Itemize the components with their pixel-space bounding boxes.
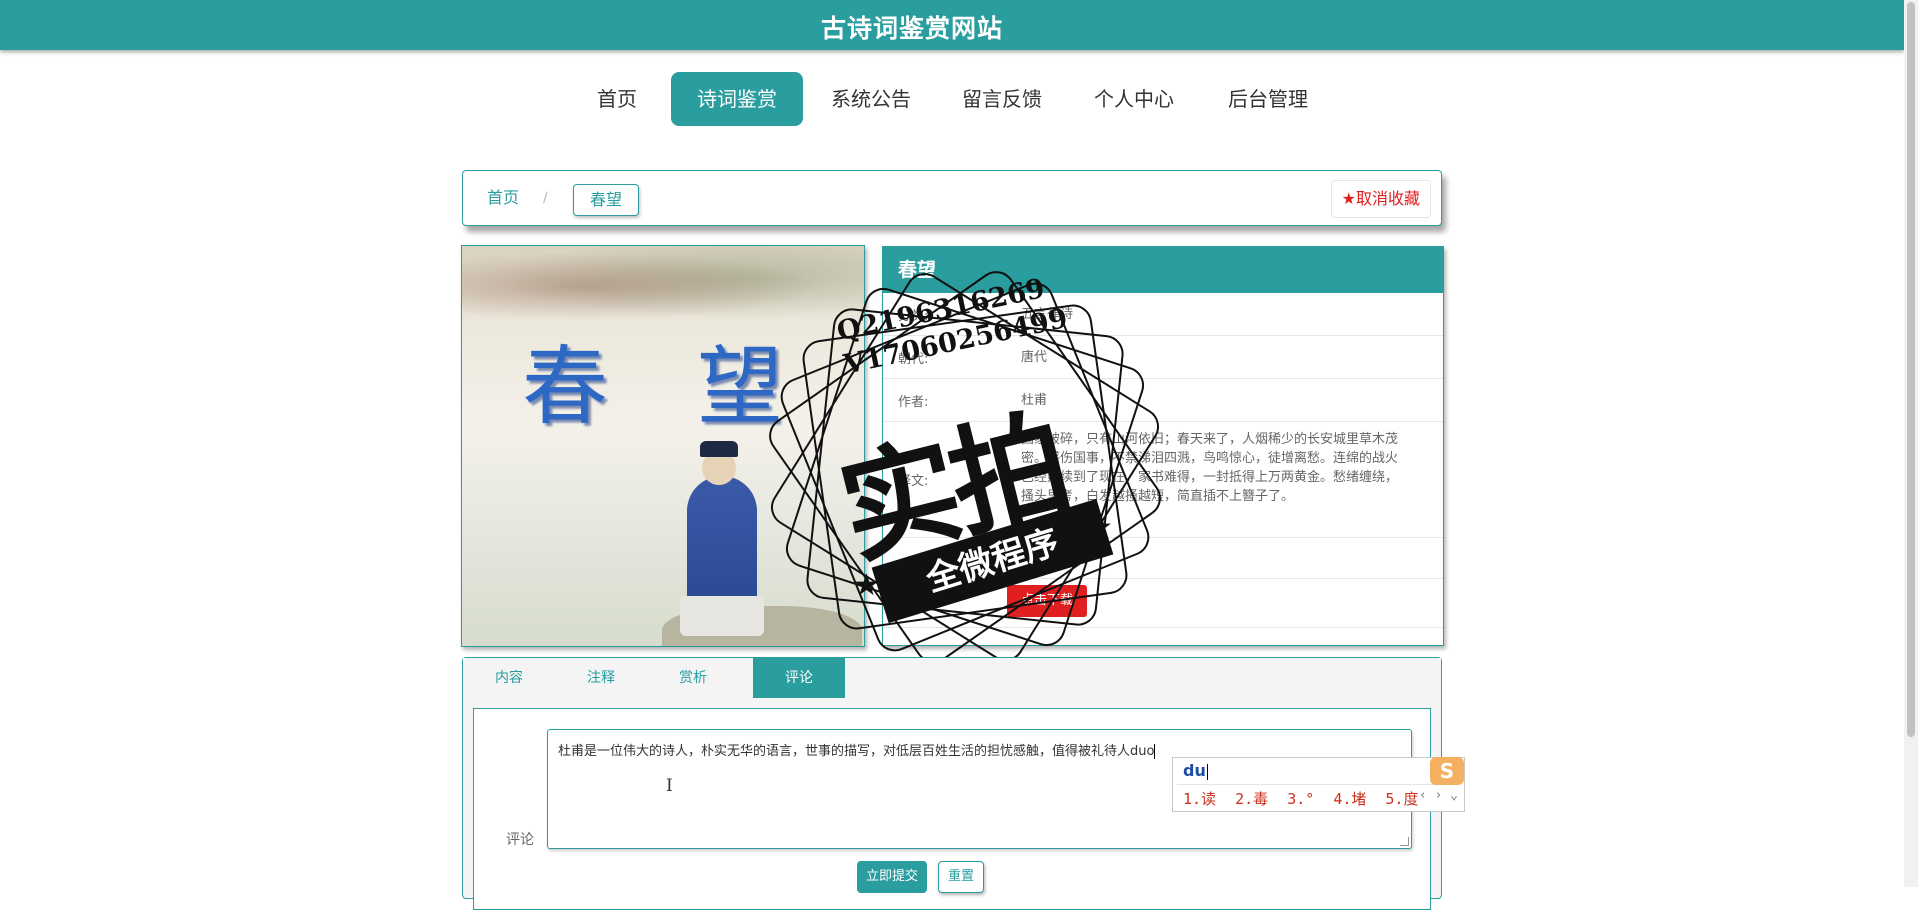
- ime-candidate-window: du 1.读 2.毒 3.° 4.堵 5.度 ‹ › ⌄: [1172, 757, 1465, 812]
- breadcrumb-current[interactable]: 春望: [573, 184, 640, 216]
- ime-candidate[interactable]: 1.读: [1183, 790, 1216, 808]
- ime-divider: [1177, 784, 1460, 785]
- ime-composition: du: [1183, 761, 1208, 780]
- detail-row-empty: [883, 538, 1443, 579]
- ime-page-nav-icon[interactable]: ‹ › ⌄: [1419, 788, 1458, 803]
- tab-content[interactable]: 内容: [463, 658, 555, 698]
- illustration-char-1: 春: [522, 337, 608, 437]
- tab-comments[interactable]: 评论: [753, 658, 845, 698]
- unfavorite-button[interactable]: ★取消收藏: [1330, 180, 1431, 218]
- detail-value: 唐代: [1021, 350, 1048, 365]
- breadcrumb-separator: /: [543, 190, 548, 206]
- nav-item-announcements[interactable]: 系统公告: [820, 72, 922, 126]
- tab-strip: 内容 注释 赏析 评论: [463, 658, 1441, 698]
- poem-illustration: 春 望: [461, 245, 865, 647]
- submit-button[interactable]: 立即提交: [857, 861, 928, 893]
- ime-candidates: 1.读 2.毒 3.° 4.堵 5.度: [1183, 788, 1428, 809]
- illustration-char-2: 望: [697, 337, 783, 437]
- page-scrollbar[interactable]: [1904, 0, 1918, 887]
- poem-title: 春望: [883, 247, 1443, 293]
- nav-item-home[interactable]: 首页: [581, 72, 653, 126]
- download-button[interactable]: 点击下载: [1007, 585, 1088, 617]
- detail-value: 杜甫: [1021, 393, 1048, 408]
- nav-item-feedback[interactable]: 留言反馈: [951, 72, 1053, 126]
- nav-item-poetry[interactable]: 诗词鉴赏: [671, 72, 803, 126]
- nav-item-profile[interactable]: 个人中心: [1083, 72, 1185, 126]
- site-title: 古诗词鉴赏网站: [820, 14, 1003, 43]
- ime-candidate[interactable]: 3.°: [1287, 790, 1314, 808]
- top-header: 古诗词鉴赏网站: [0, 0, 1904, 50]
- illustration-robe: [680, 596, 764, 636]
- detail-row-category: 分类: 五言律诗: [883, 293, 1443, 336]
- detail-value: 国家破碎，只有山河依旧；春天来了，人烟稀少的长安城里草木茂密。感伤国事，不禁涕泪…: [1021, 432, 1399, 504]
- reset-button[interactable]: 重置: [938, 861, 985, 893]
- illustration-hat: [700, 441, 738, 457]
- detail-label: 朝代:: [898, 352, 929, 367]
- nav-item-admin[interactable]: 后台管理: [1217, 72, 1319, 126]
- scrollbar-thumb[interactable]: [1907, 2, 1915, 737]
- ime-candidate[interactable]: 2.毒: [1235, 790, 1268, 808]
- breadcrumb: 首页 / 春望 ★取消收藏: [462, 170, 1442, 226]
- detail-row-dynasty: 朝代: 唐代: [883, 336, 1443, 379]
- detail-label: 诗词:: [898, 599, 929, 614]
- comment-text: 杜甫是一位伟大的诗人，朴实无华的语言，世事的描写，对低层百姓生活的担忧感触，值得…: [558, 744, 1155, 759]
- detail-label: 译文:: [898, 474, 929, 489]
- ime-candidate[interactable]: 4.堵: [1333, 790, 1366, 808]
- comment-text-wrapper: 杜甫是一位伟大的诗人，朴实无华的语言，世事的描写，对低层百姓生活的担忧感触，值得…: [558, 740, 1156, 759]
- ibeam-cursor-icon: I: [666, 776, 673, 796]
- text-caret: [1154, 744, 1156, 759]
- detail-row-translation: 译文: 国家破碎，只有山河依旧；春天来了，人烟稀少的长安城里草木茂密。感伤国事，…: [883, 422, 1443, 538]
- detail-value: 五言律诗: [1021, 307, 1074, 322]
- breadcrumb-home[interactable]: 首页: [487, 171, 519, 225]
- tab-appreciation[interactable]: 赏析: [647, 658, 739, 698]
- sogou-logo-icon: S: [1430, 757, 1464, 785]
- unfavorite-label: 取消收藏: [1355, 189, 1420, 208]
- star-icon: ★: [1341, 189, 1356, 208]
- detail-label: 作者:: [898, 395, 929, 410]
- comment-label: 评论: [506, 832, 534, 848]
- detail-label: 分类:: [898, 309, 929, 324]
- ime-caret: [1206, 763, 1208, 780]
- ime-input-text: du: [1183, 761, 1206, 780]
- tab-notes[interactable]: 注释: [555, 658, 647, 698]
- main-nav: 首页 诗词鉴赏 系统公告 留言反馈 个人中心 后台管理: [0, 72, 1904, 128]
- detail-row-author: 作者: 杜甫: [883, 379, 1443, 422]
- detail-row-poem: 诗词: 点击下载: [883, 579, 1443, 628]
- resize-handle[interactable]: [1400, 837, 1409, 846]
- poem-detail-panel: 春望 分类: 五言律诗 朝代: 唐代 作者: 杜甫 译文: 国家破碎，只有山河依…: [882, 246, 1444, 646]
- illustration-trees: [462, 246, 864, 326]
- ime-candidate[interactable]: 5.度: [1385, 790, 1418, 808]
